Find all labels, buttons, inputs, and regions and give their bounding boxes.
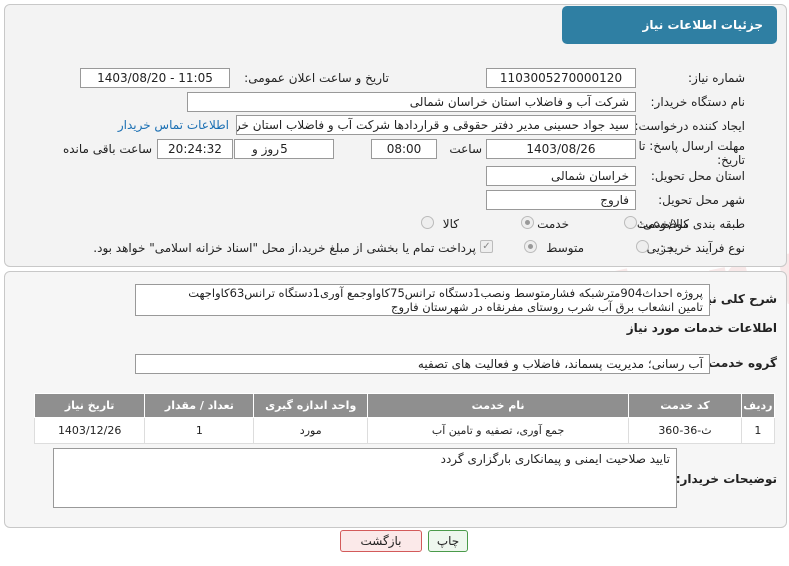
cell-row: 1	[740, 417, 776, 444]
deadline-time-field: 08:00	[371, 139, 437, 159]
deadline-date-field: 1403/08/26	[486, 139, 636, 159]
col-date: تاریخ نیاز	[33, 393, 146, 418]
cell-name: جمع آوری، تصفیه و تامین آب	[366, 417, 630, 444]
buyer-contact-link[interactable]: اطلاعات تماس خریدار	[118, 118, 229, 132]
creator-field: سید جواد حسینی مدیر دفتر حقوقی و قرارداد…	[236, 115, 636, 135]
category-goods-service-radio[interactable]	[624, 216, 637, 229]
treasury-payment-checkbox[interactable]: ✓	[480, 240, 493, 253]
city-label: شهر محل تحویل:	[658, 193, 745, 207]
category-goods-label: کالا	[442, 217, 459, 231]
buyer-notes-textarea[interactable]: تایید صلاحیت ایمنی و پیمانکاری بارگزاری …	[53, 448, 677, 508]
description-textarea[interactable]: پروژه احداث904مترشبکه فشارمتوسط ونصب1دست…	[135, 284, 710, 316]
cell-code: ث-36-360	[628, 417, 742, 444]
table-header-row: ردیف کد خدمت نام خدمت واحد اندازه گیری ت…	[33, 393, 776, 418]
back-button[interactable]: بازگشت	[340, 530, 422, 552]
col-unit: واحد اندازه گیری	[253, 393, 368, 418]
services-table: ردیف کد خدمت نام خدمت واحد اندازه گیری ت…	[33, 393, 776, 444]
buyer-org-field: شرکت آب و فاضلاب استان خراسان شمالی	[187, 92, 636, 112]
city-field: فاروج	[486, 190, 636, 210]
service-group-field: آب رسانی؛ مدیریت پسماند، فاضلاب و فعالیت…	[135, 354, 710, 374]
category-goods-service-label: کالا/خدمت	[636, 217, 689, 231]
province-label: استان محل تحویل:	[650, 169, 745, 183]
buyer-notes-label: توضیحات خریدار:	[675, 472, 777, 486]
col-code: کد خدمت	[628, 393, 742, 418]
need-number-label: شماره نیاز:	[688, 71, 745, 85]
process-medium-radio[interactable]	[524, 240, 537, 253]
col-name: نام خدمت	[366, 393, 630, 418]
service-group-label: گروه خدمت:	[703, 356, 777, 370]
page-title: جزئیات اطلاعات نیاز	[562, 6, 777, 44]
col-qty: تعداد / مقدار	[144, 393, 255, 418]
deadline-label-date: تاریخ:	[717, 153, 745, 167]
buyer-org-label: نام دستگاه خریدار:	[650, 95, 746, 109]
announce-label: تاریخ و ساعت اعلان عمومی:	[244, 71, 389, 85]
process-minor-label: جزیی	[646, 241, 674, 255]
category-service-radio[interactable]	[521, 216, 534, 229]
announce-field: 1403/08/20 - 11:05	[80, 68, 230, 88]
province-field: خراسان شمالی	[486, 166, 636, 186]
remaining-label: ساعت باقی مانده	[62, 142, 152, 156]
need-number-field: 1103005270000120	[486, 68, 636, 88]
description-line-1: پروژه احداث904مترشبکه فشارمتوسط ونصب1دست…	[188, 286, 703, 300]
creator-label: ایجاد کننده درخواست:	[634, 119, 745, 133]
days-remaining-field: 5	[234, 139, 334, 159]
deadline-time-label: ساعت	[449, 142, 482, 156]
cell-unit: مورد	[253, 417, 368, 444]
col-row: ردیف	[740, 393, 776, 418]
print-button[interactable]: چاپ	[428, 530, 468, 552]
process-medium-label: متوسط	[546, 241, 584, 255]
cell-qty: 1	[144, 417, 255, 444]
cell-date: 1403/12/26	[33, 417, 146, 444]
table-row: 1 ث-36-360 جمع آوری، تصفیه و تامین آب مو…	[33, 417, 776, 444]
payment-note: پرداخت تمام یا بخشی از مبلغ خرید،از محل …	[93, 241, 476, 255]
deadline-label: مهلت ارسال پاسخ: تا	[638, 139, 745, 153]
category-goods-radio[interactable]	[421, 216, 434, 229]
days-label: روز و	[252, 142, 279, 156]
category-service-label: خدمت	[537, 217, 569, 231]
description-line-2: تامین انشعاب برق آب شرب روستای مفرنقاه د…	[391, 300, 703, 314]
services-section-title: اطلاعات خدمات مورد نیاز	[626, 321, 777, 335]
remaining-time-field: 20:24:32	[157, 139, 233, 159]
